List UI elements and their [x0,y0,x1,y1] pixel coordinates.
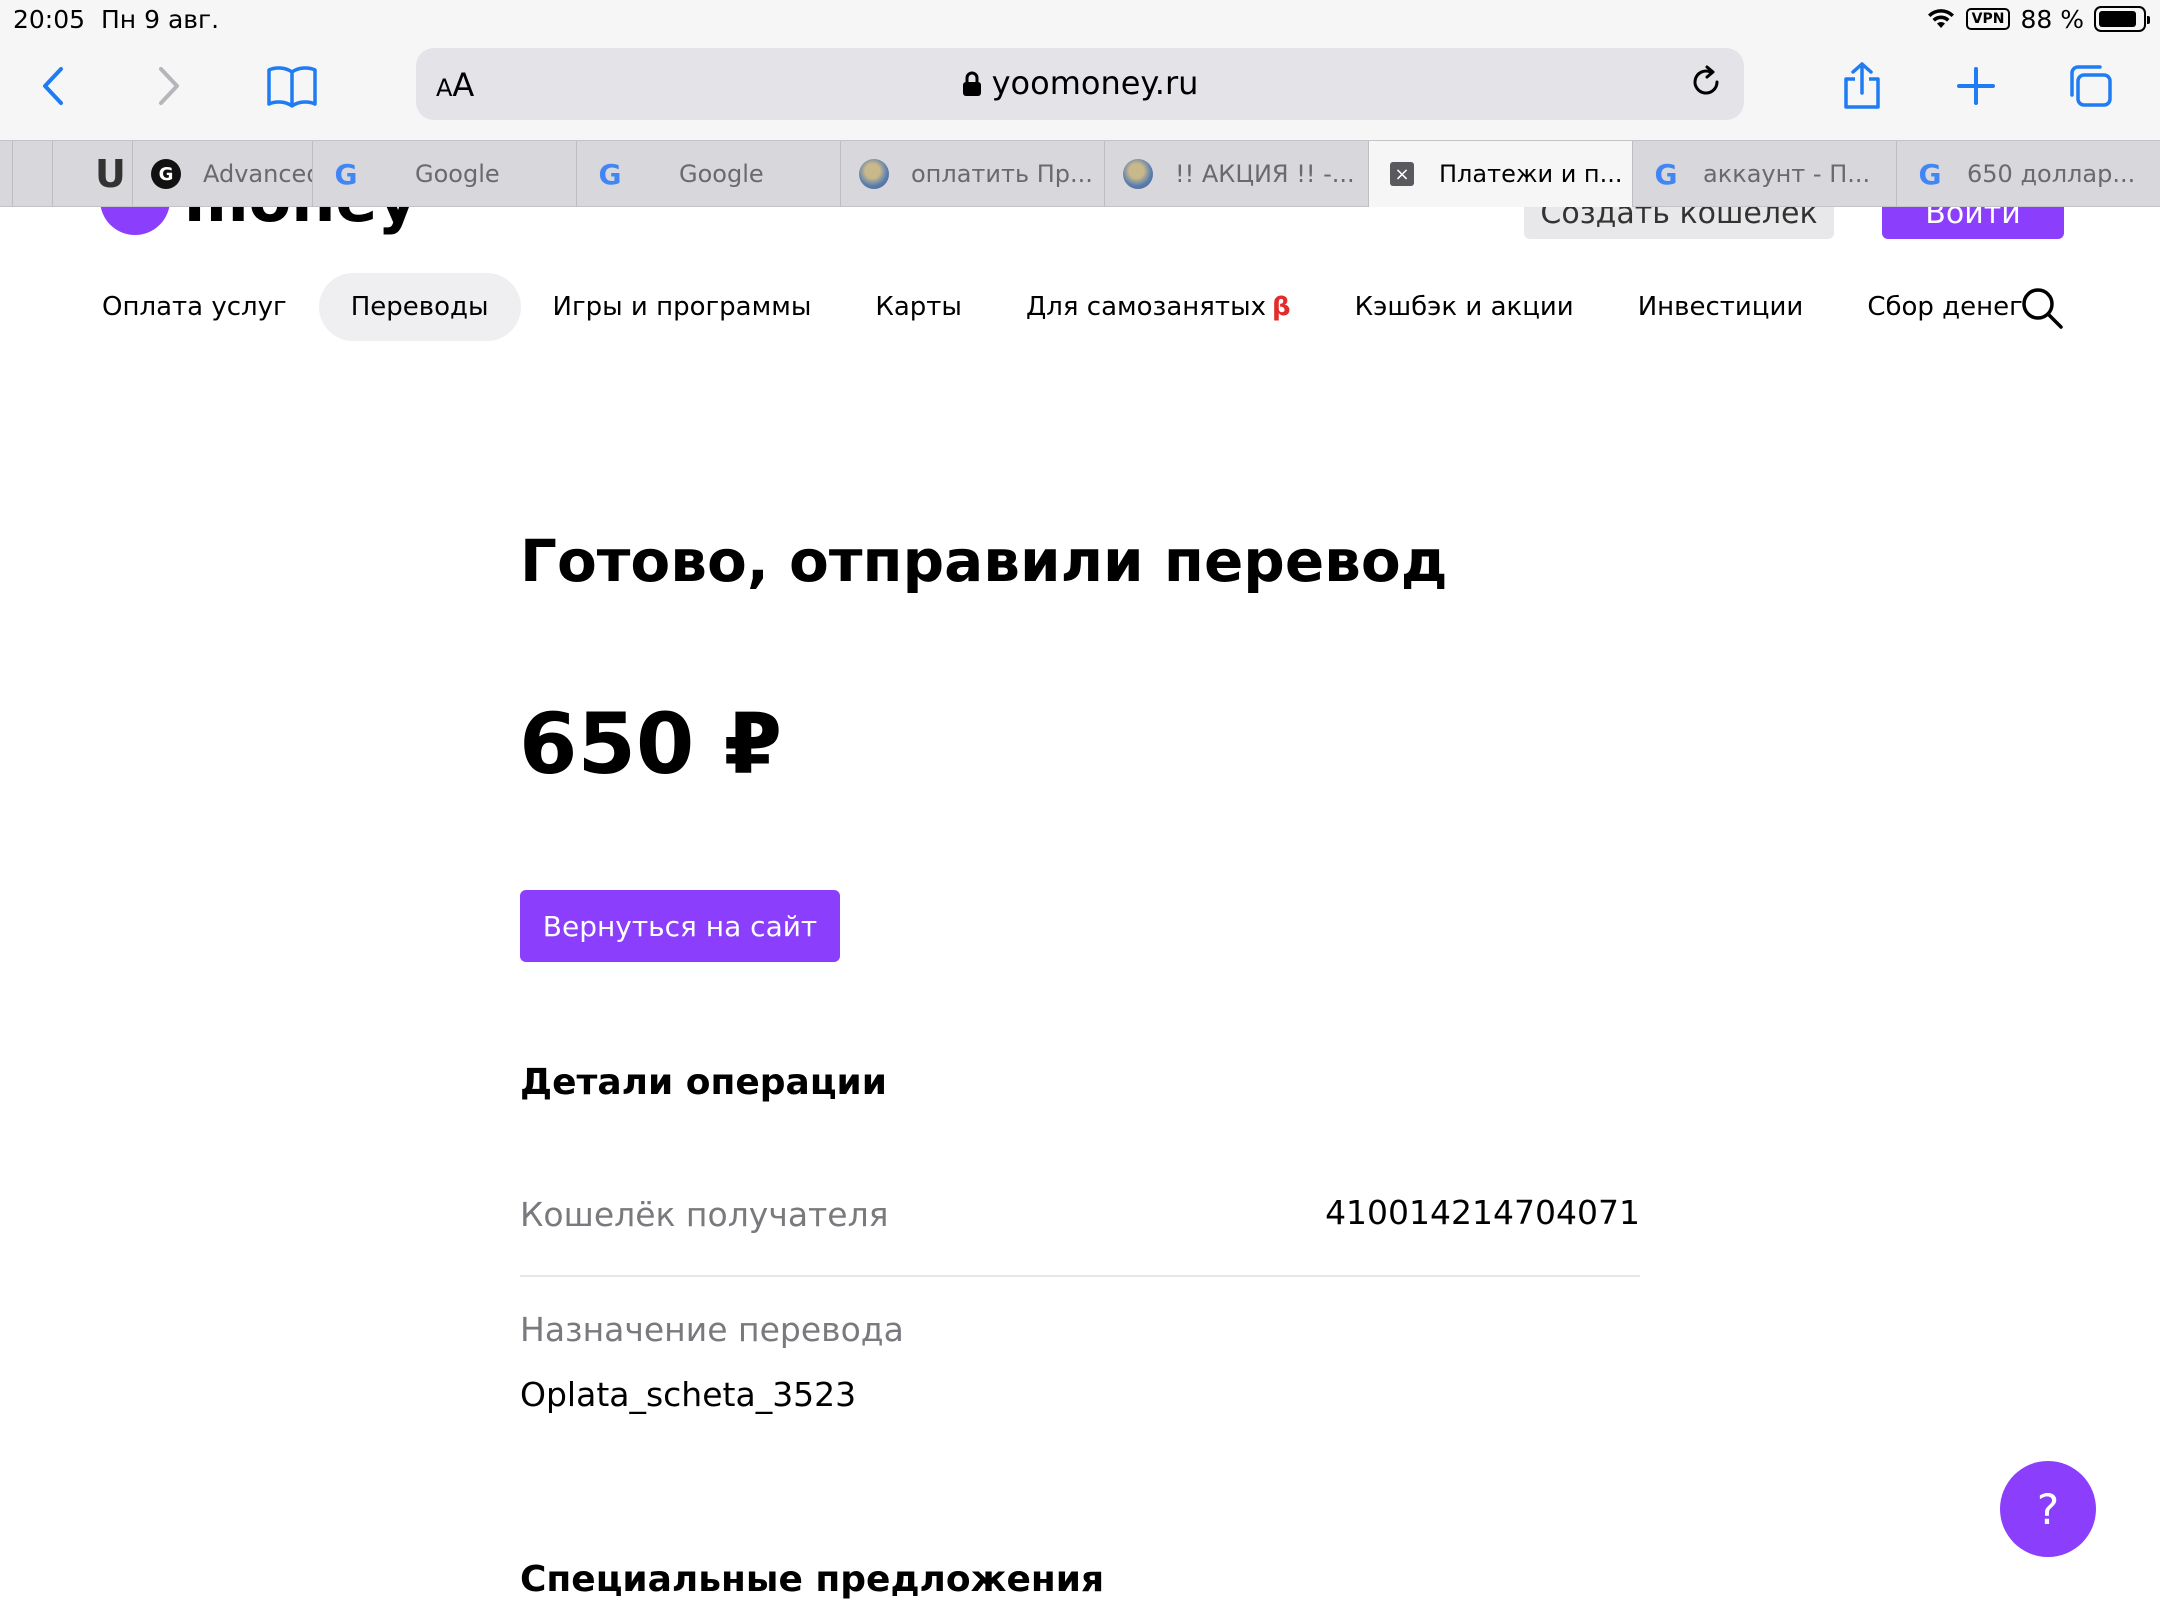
browser-toolbar: AA yoomoney.ru [0,38,2160,140]
new-tab-button[interactable] [1946,56,2006,116]
purpose-value: Oplata_scheta_3523 [520,1375,857,1414]
main-nav: Оплата услуг Переводы Игры и программы К… [70,273,2055,341]
status-indicators: VPN 88 % [1926,4,2150,34]
nav-item-self-employed[interactable]: Для самозанятых β [994,273,1323,341]
vpn-badge: VPN [1965,8,2011,30]
details-heading: Детали операции [520,1062,887,1103]
site-logo[interactable]: money [100,207,418,236]
nav-item-cashback[interactable]: Кэшбэк и акции [1323,273,1606,341]
google-favicon-icon: G [598,157,622,191]
tab-label: оплатить Пр... [911,160,1093,188]
details-divider [520,1275,1640,1277]
tab-advanced[interactable]: G Advanced [132,141,312,207]
nav-item-games[interactable]: Игры и программы [521,273,844,341]
book-icon [267,66,317,108]
nav-item-transfers[interactable]: Переводы [318,273,521,341]
forward-button[interactable] [140,56,200,116]
tab-strip: U G Advanced G Google G Google оплатить … [0,140,2160,207]
wifi-icon [1926,8,1956,30]
transfer-amount: 650 ₽ [519,695,783,793]
beta-badge: β [1271,292,1291,322]
address-url[interactable]: yoomoney.ru [416,64,1744,105]
tabs-overview-button[interactable] [2060,56,2120,116]
special-offers-heading: Специальные предложения [520,1559,1105,1600]
tab-label: Google [679,160,764,188]
tab-google-1[interactable]: G Google [312,141,576,207]
tab-label: Advanced [203,160,312,188]
address-bar[interactable]: AA yoomoney.ru [416,48,1744,120]
share-button[interactable] [1832,56,1892,116]
tab-google-2[interactable]: G Google [576,141,840,207]
create-wallet-button[interactable]: Создать кошелёк [1524,207,1834,239]
reload-icon[interactable] [1686,62,1726,106]
search-icon[interactable] [2020,286,2064,334]
status-time: 20:05 [13,5,86,34]
nav-item-cards[interactable]: Карты [843,273,994,341]
status-date: Пн 9 авг. [101,5,220,34]
tab-label: !! АКЦИЯ !! -... [1175,160,1355,188]
help-button[interactable]: ? [2000,1461,2096,1557]
battery-icon [2094,6,2150,32]
share-icon [1844,62,1880,109]
status-bar: 20:05 Пн 9 авг. VPN 88 % [0,0,2160,38]
tab-label: аккаунт - П... [1703,160,1871,188]
return-to-site-button[interactable]: Вернуться на сайт [520,890,840,962]
close-icon[interactable]: × [1387,159,1417,189]
tab-payments-active[interactable]: × Платежи и п... [1368,141,1632,207]
lock-icon [962,67,982,105]
page-title: Готово, отправили перевод [520,527,1448,595]
tab-collapsed[interactable] [12,141,52,207]
bookmarks-button[interactable] [262,56,322,116]
globe-favicon-icon [1123,159,1153,189]
tab-650-dollars[interactable]: G 650 доллар... [1896,141,2160,207]
back-button[interactable] [22,56,82,116]
google-favicon-icon: G [334,157,358,191]
tab-label: U [95,152,126,196]
google-favicon-icon: G [1918,157,1942,191]
google-favicon-icon: G [1654,157,1678,191]
tab-u[interactable]: U [52,141,132,207]
plus-icon [1957,67,1995,105]
purpose-label: Назначение перевода [520,1310,904,1349]
logo-text: money [184,207,418,236]
nav-item-services[interactable]: Оплата услуг [70,273,319,341]
tabs-icon [2070,65,2112,107]
nav-item-investments[interactable]: Инвестиции [1606,273,1836,341]
tab-promo[interactable]: !! АКЦИЯ !! -... [1104,141,1368,207]
recipient-wallet-value: 410014214704071 [1325,1193,1640,1232]
tab-label: 650 доллар... [1967,160,2136,188]
tab-label: Google [415,160,500,188]
battery-percent: 88 % [2020,4,2084,34]
tab-account[interactable]: G аккаунт - П... [1632,141,1896,207]
tab-pay[interactable]: оплатить Пр... [840,141,1104,207]
url-text: yoomoney.ru [991,64,1199,102]
chevron-right-icon [159,67,179,105]
chevron-left-icon [43,67,63,105]
logo-mark-icon [100,207,170,235]
login-button[interactable]: Войти [1882,207,2064,239]
recipient-wallet-label: Кошелёк получателя [520,1195,889,1234]
globe-favicon-icon [859,159,889,189]
tab-label: Платежи и п... [1439,160,1623,188]
dark-g-favicon-icon: G [151,159,181,189]
page-content: money Создать кошелёк Войти Оплата услуг… [0,207,2160,1620]
